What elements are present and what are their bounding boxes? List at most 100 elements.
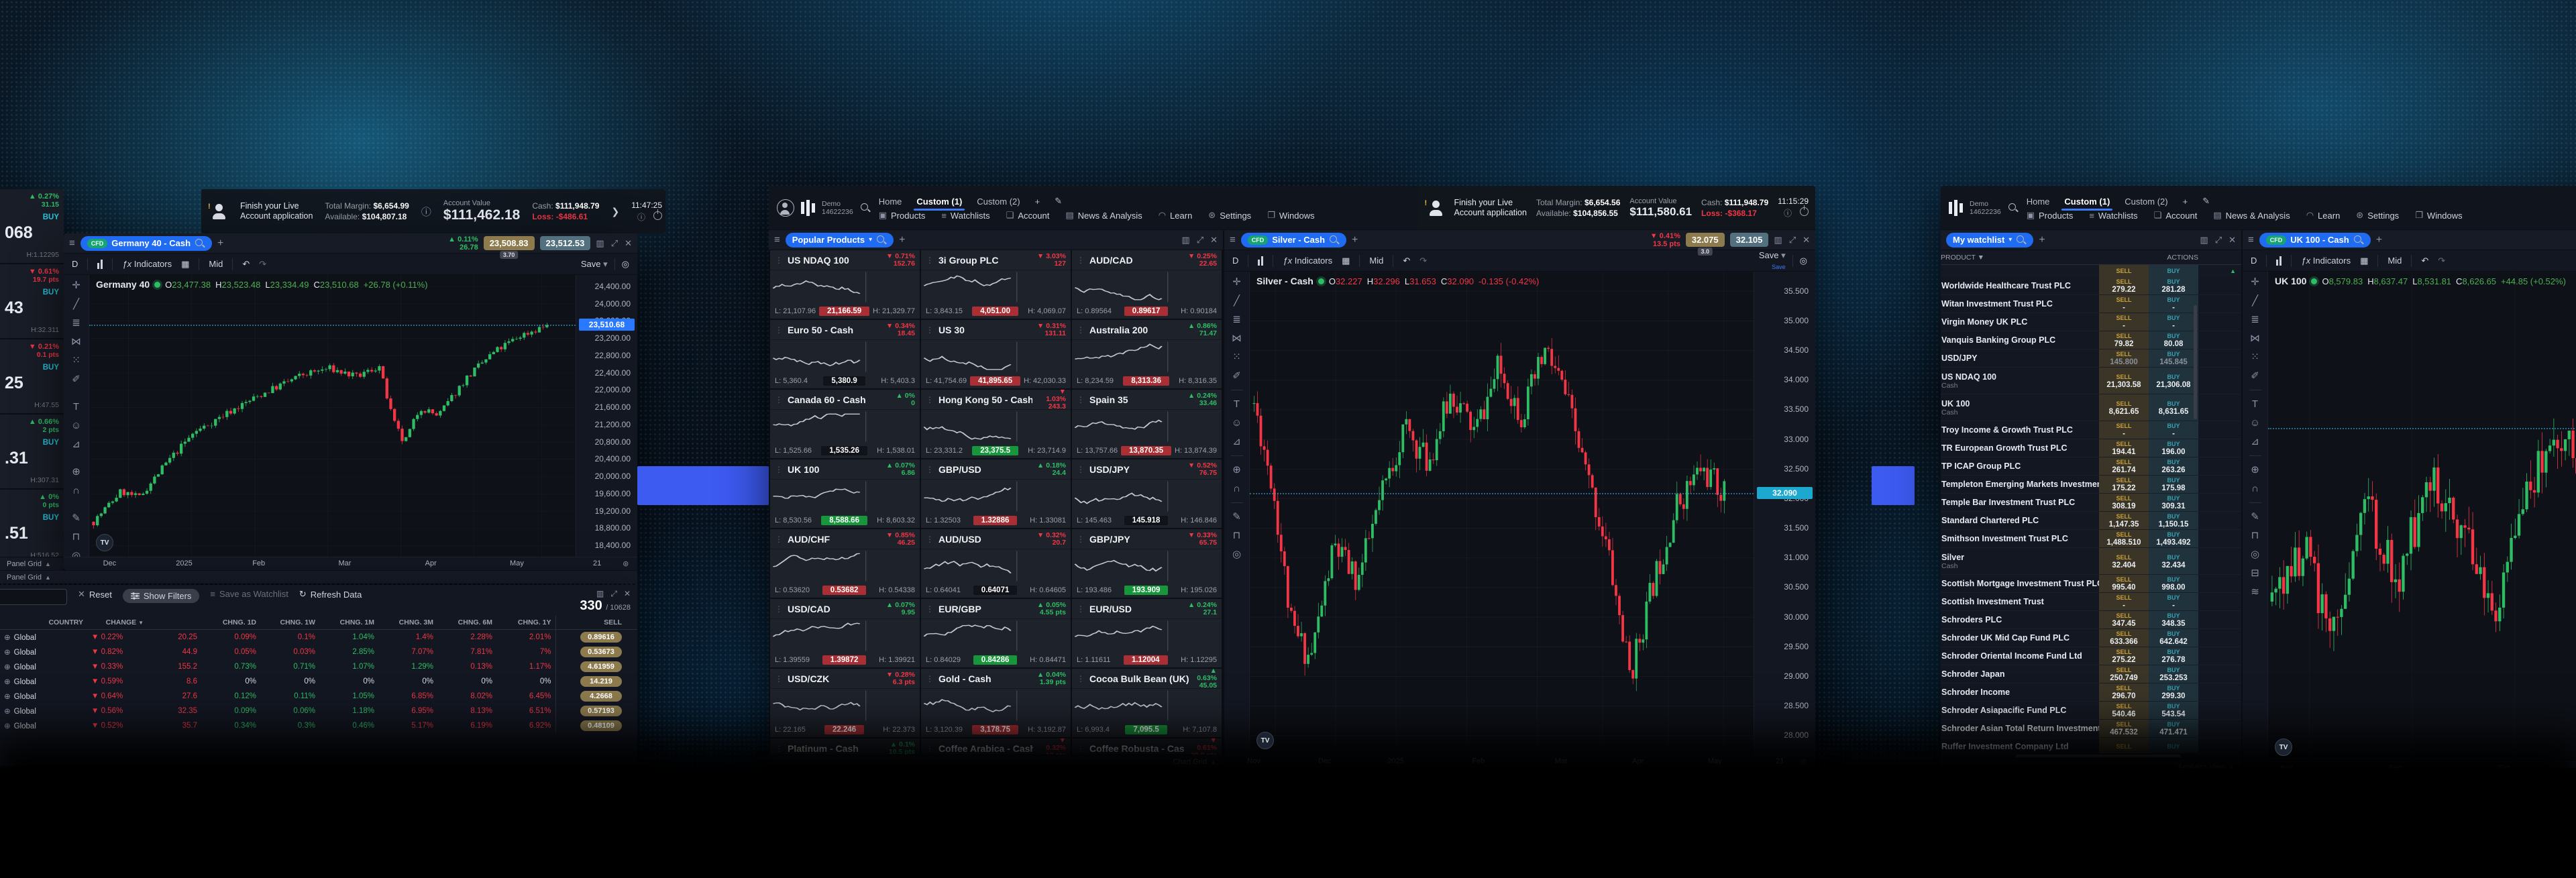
- buy-button[interactable]: BUY253.253: [2149, 665, 2198, 683]
- expand-icon[interactable]: ⤢: [1197, 235, 1203, 245]
- watchlist-row[interactable]: Schroder Income SELL296.70 BUY299.30: [1941, 683, 2241, 702]
- sell-button[interactable]: SELL261.74: [2099, 457, 2149, 475]
- watchlist-row[interactable]: Schroder Japan SELL250.749 BUY253.253: [1941, 665, 2241, 683]
- last-price[interactable]: 0.53682: [822, 586, 867, 595]
- menu-icon[interactable]: ≡: [1230, 234, 1236, 245]
- brush-icon[interactable]: ✐: [2251, 371, 2259, 381]
- screener-row[interactable]: ⊕Global ▼ 0.22% 20.250.09%0.1%1.04%1.4%2…: [0, 630, 637, 645]
- workspace-tab[interactable]: Custom (2): [2125, 195, 2167, 208]
- close-icon[interactable]: ✕: [1210, 235, 1218, 245]
- refresh-data-button[interactable]: ↻Refresh Data: [299, 589, 362, 600]
- search-icon[interactable]: [2353, 235, 2364, 245]
- edit-workspace-icon[interactable]: ✎: [1055, 195, 1062, 208]
- text-tool-icon[interactable]: T: [73, 402, 79, 412]
- buy-button[interactable]: 32.105: [1730, 233, 1769, 247]
- product-tile[interactable]: ⋮ Coffee Robusta - Cash ▼ 0.61%30.9 pts: [1072, 738, 1222, 755]
- buy-cell[interactable]: 0.89666: [626, 630, 637, 645]
- last-price[interactable]: 8,313.36: [1123, 376, 1169, 386]
- sell-button[interactable]: 23,508.833.70: [484, 236, 535, 250]
- text-tool-icon[interactable]: T: [2252, 399, 2258, 409]
- add-tab-button[interactable]: +: [2376, 234, 2382, 246]
- sell-button[interactable]: SELL308.19: [2099, 494, 2149, 511]
- sell-button[interactable]: SELL32.404: [2099, 548, 2149, 574]
- sell-button[interactable]: SELL279.22: [2099, 277, 2149, 294]
- last-price[interactable]: 1.12004: [1124, 655, 1168, 665]
- product-tile[interactable]: ⋮ Euro 50 - Cash ▼ 0.34%18.45L: 5,360.4 …: [770, 320, 920, 388]
- horizontal-scrollbar[interactable]: [1941, 753, 2241, 759]
- buy-cell[interactable]: 0.53720: [626, 645, 637, 659]
- trend-line-icon[interactable]: ╱: [2252, 296, 2258, 306]
- search-icon[interactable]: [1329, 235, 1340, 245]
- nav-item-settings[interactable]: ⊛Settings: [2356, 210, 2399, 221]
- watchlist-row[interactable]: Schroders PLC SELL347.45 BUY348.35: [1941, 611, 2241, 629]
- menu-icon[interactable]: ≡: [774, 234, 780, 245]
- last-price[interactable]: 3,178.75: [972, 725, 1018, 734]
- drag-handle-icon[interactable]: ⋮: [926, 465, 934, 474]
- nav-item-products[interactable]: ▣Products: [879, 210, 926, 221]
- column-header[interactable]: CHNG. 3M: [378, 616, 437, 630]
- watchlist-row[interactable]: Schroder UK Mid Cap Fund PLC SELL633.366…: [1941, 629, 2241, 647]
- redo-icon[interactable]: ↷: [1419, 256, 1427, 266]
- buy-button[interactable]: 23,512.53: [540, 236, 591, 250]
- buy-cell[interactable]: 0.57216: [626, 704, 637, 718]
- forecast-icon[interactable]: ⁙: [1232, 352, 1241, 362]
- buy-button[interactable]: BUY175.98: [2149, 476, 2198, 493]
- drag-handle-icon[interactable]: ⋮: [775, 744, 783, 753]
- draw-lock-icon[interactable]: ✎: [2251, 512, 2259, 522]
- last-price[interactable]: 0.89617: [1124, 307, 1169, 316]
- drag-handle-icon[interactable]: ⋮: [775, 325, 783, 335]
- watchlist-row[interactable]: Schroder Oriental Income Fund Ltd SELL27…: [1941, 647, 2241, 665]
- workspace-tab[interactable]: Custom (2): [977, 195, 1020, 208]
- forecast-icon[interactable]: ⁙: [2251, 352, 2259, 362]
- last-price[interactable]: 23,375.5: [972, 446, 1018, 455]
- sell-button[interactable]: SELL296.70: [2099, 683, 2149, 701]
- watchlist-row[interactable]: Worldwide Healthcare Trust PLC SELL279.2…: [1941, 277, 2241, 295]
- vertical-scrollbar[interactable]: [2194, 305, 2197, 419]
- zoom-icon[interactable]: [2016, 235, 2027, 245]
- save-button[interactable]: Save ▾: [581, 259, 608, 270]
- uk100-plot[interactable]: UK 100 O8,579.83 H8,637.47 L8,531.81 C8,…: [2268, 272, 2576, 761]
- axis-settings-icon[interactable]: ⊛: [623, 559, 629, 568]
- buy-button[interactable]: BUY8,631.65: [2149, 394, 2198, 421]
- product-tile[interactable]: ⋮ Australia 200 ▲ 0.86%71.47L: 8,234.59 …: [1072, 320, 1222, 388]
- watchlist-row[interactable]: Schroder Asiapacific Fund PLC SELL540.46…: [1941, 702, 2241, 720]
- nav-item-news-analysis[interactable]: ▤News & Analysis: [1065, 210, 1142, 221]
- sell-button[interactable]: SELL633.366: [2099, 629, 2149, 647]
- info-icon[interactable]: ⓘ: [421, 205, 431, 219]
- product-tile[interactable]: ⋮ US NDAQ 100 ▼ 0.71%152.76L: 21,107.96 …: [770, 250, 920, 319]
- nav-item-account[interactable]: ❏Account: [1006, 210, 1050, 221]
- magnet-icon[interactable]: ∩: [72, 486, 80, 496]
- undo-icon[interactable]: ↶: [2421, 256, 2428, 266]
- sell-button[interactable]: SELL-: [2099, 295, 2149, 313]
- product-tile[interactable]: ⋮ USD/CAD ▲ 0.07%9.95L: 1.39559 1.39872 …: [770, 599, 920, 667]
- close-icon[interactable]: ✕: [624, 589, 631, 599]
- draw-lock-icon[interactable]: ✎: [1232, 512, 1241, 522]
- sell-header[interactable]: SELL: [2116, 267, 2131, 275]
- sell-button[interactable]: SELL-: [2099, 593, 2149, 610]
- edge-quote-tile[interactable]: ▲ 0.27% 31.15 BUY 068 H:1.12295: [0, 189, 64, 264]
- sell-cell[interactable]: 4.2668: [555, 689, 626, 704]
- grid-layout-icon[interactable]: ▦: [2360, 256, 2368, 266]
- product-tile[interactable]: ⋮ Gold - Cash ▲ 0.04%1.39 ptsL: 3,120.39…: [921, 669, 1071, 737]
- chart-grid-bar[interactable]: Chart Grid▲: [769, 755, 1223, 768]
- drag-handle-icon[interactable]: ⋮: [775, 604, 783, 614]
- sell-button[interactable]: SELL540.46: [2099, 702, 2149, 719]
- sell-button[interactable]: SELL-: [2099, 421, 2149, 439]
- time-axis[interactable]: ⊛Dec2025FebMarAprMay21: [64, 557, 637, 570]
- expand-icon[interactable]: ⤢: [1789, 235, 1796, 245]
- product-tile[interactable]: ⋮ UK 100 ▲ 0.07%6.86L: 8,530.56 8,588.66…: [770, 459, 920, 528]
- screener-row[interactable]: ⊕Global ▼ 0.33% 155.20.73%0.71%1.07%1.29…: [0, 659, 637, 674]
- buy-button[interactable]: BUY276.78: [2149, 647, 2198, 665]
- product-tile[interactable]: ⋮ AUD/CHF ▼ 0.85%46.25L: 0.53620 0.53682…: [770, 529, 920, 598]
- drag-handle-icon[interactable]: ⋮: [1077, 256, 1085, 265]
- zoom-in-icon[interactable]: ⊕: [1232, 465, 1241, 475]
- workspace-tab[interactable]: Custom (1): [2064, 195, 2110, 208]
- buy-label[interactable]: BUY: [5, 213, 59, 221]
- buy-label[interactable]: BUY: [5, 288, 59, 296]
- info-icon[interactable]: ⓘ: [1784, 207, 1792, 219]
- tab-my-watchlist[interactable]: My watchlist▾: [1946, 233, 2033, 248]
- sell-cell[interactable]: 0.89616: [555, 630, 626, 645]
- nav-item-settings[interactable]: ⊛Settings: [1208, 210, 1251, 221]
- last-price[interactable]: 1,535.26: [821, 446, 867, 455]
- product-tile[interactable]: ⋮ Hong Kong 50 - Cash ▼ 1.03%243.3L: 23,…: [921, 390, 1071, 458]
